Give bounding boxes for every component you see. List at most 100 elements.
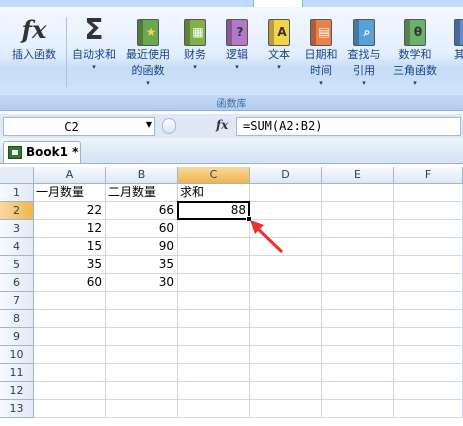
cell-a11[interactable] <box>34 364 106 382</box>
ribbon-button-9[interactable]: θ 数学和 三角函数 ▾ <box>386 11 444 93</box>
cell-b6[interactable]: 30 <box>106 274 178 292</box>
cell-e2[interactable] <box>322 202 394 220</box>
cell-c4[interactable] <box>178 238 250 256</box>
row-header-10[interactable]: 10 <box>0 346 34 364</box>
row-header-2[interactable]: 2 <box>0 202 34 220</box>
chevron-down-icon[interactable]: ▼ <box>146 120 152 129</box>
cell-e13[interactable] <box>322 400 394 418</box>
ribbon-button-6[interactable]: A 文本 ▾ <box>261 11 297 93</box>
cell-b2[interactable]: 66 <box>106 202 178 220</box>
cell-c9[interactable] <box>178 328 250 346</box>
cell-d11[interactable] <box>250 364 322 382</box>
ribbon-button-1[interactable]: fx 插入函数 <box>4 11 64 93</box>
ribbon-button-4[interactable]: ▦ 财务 ▾ <box>176 11 214 93</box>
row-header-8[interactable]: 8 <box>0 310 34 328</box>
cell-a2[interactable]: 22 <box>34 202 106 220</box>
cell-d5[interactable] <box>250 256 322 274</box>
row-header-7[interactable]: 7 <box>0 292 34 310</box>
cell-c2[interactable]: 88 <box>178 202 250 220</box>
cell-a3[interactable]: 12 <box>34 220 106 238</box>
cell-b13[interactable] <box>106 400 178 418</box>
row-header-1[interactable]: 1 <box>0 184 34 202</box>
cell-d10[interactable] <box>250 346 322 364</box>
row-header-5[interactable]: 5 <box>0 256 34 274</box>
workbook-tab[interactable]: Book1 * <box>3 141 81 163</box>
cell-e7[interactable] <box>322 292 394 310</box>
cell-c10[interactable] <box>178 346 250 364</box>
fx-icon[interactable]: fx <box>216 118 228 132</box>
select-all-corner[interactable] <box>0 167 34 184</box>
row-header-3[interactable]: 3 <box>0 220 34 238</box>
cell-e4[interactable] <box>322 238 394 256</box>
cell-c11[interactable] <box>178 364 250 382</box>
cell-f11[interactable] <box>394 364 463 382</box>
cell-b7[interactable] <box>106 292 178 310</box>
cell-e1[interactable] <box>322 184 394 202</box>
column-header-c[interactable]: C <box>178 167 250 184</box>
cell-b8[interactable] <box>106 310 178 328</box>
cell-b3[interactable]: 60 <box>106 220 178 238</box>
cell-b9[interactable] <box>106 328 178 346</box>
row-header-13[interactable]: 13 <box>0 400 34 418</box>
ribbon-button-5[interactable]: ? 逻辑 ▾ <box>219 11 255 93</box>
cell-a13[interactable] <box>34 400 106 418</box>
cell-e5[interactable] <box>322 256 394 274</box>
cell-b11[interactable] <box>106 364 178 382</box>
ribbon-button-7[interactable]: ▤ 日期和 时间 ▾ <box>300 11 342 93</box>
column-header-a[interactable]: A <box>34 167 106 184</box>
cell-f7[interactable] <box>394 292 463 310</box>
cell-c7[interactable] <box>178 292 250 310</box>
cell-c3[interactable] <box>178 220 250 238</box>
cell-d9[interactable] <box>250 328 322 346</box>
cell-d1[interactable] <box>250 184 322 202</box>
cell-f12[interactable] <box>394 382 463 400</box>
cell-b1[interactable]: 二月数量 <box>106 184 178 202</box>
cell-a8[interactable] <box>34 310 106 328</box>
cell-a12[interactable] <box>34 382 106 400</box>
cell-e11[interactable] <box>322 364 394 382</box>
cell-e8[interactable] <box>322 310 394 328</box>
row-header-11[interactable]: 11 <box>0 364 34 382</box>
tab-formulas[interactable] <box>253 0 303 7</box>
cell-a6[interactable]: 60 <box>34 274 106 292</box>
cell-a4[interactable]: 15 <box>34 238 106 256</box>
cell-c5[interactable] <box>178 256 250 274</box>
cell-f13[interactable] <box>394 400 463 418</box>
row-header-12[interactable]: 12 <box>0 382 34 400</box>
cell-e3[interactable] <box>322 220 394 238</box>
cell-f1[interactable] <box>394 184 463 202</box>
formula-input[interactable]: =SUM(A2:B2) <box>236 117 461 136</box>
ribbon-button-2[interactable]: Σ 自动求和 ▾ <box>68 11 120 93</box>
cell-a7[interactable] <box>34 292 106 310</box>
cell-c13[interactable] <box>178 400 250 418</box>
cell-f2[interactable] <box>394 202 463 220</box>
cell-f6[interactable] <box>394 274 463 292</box>
splitter-handle[interactable] <box>162 118 176 134</box>
cell-f5[interactable] <box>394 256 463 274</box>
column-header-b[interactable]: B <box>106 167 178 184</box>
cell-b4[interactable]: 90 <box>106 238 178 256</box>
column-header-f[interactable]: F <box>394 167 463 184</box>
cell-b10[interactable] <box>106 346 178 364</box>
row-header-4[interactable]: 4 <box>0 238 34 256</box>
cell-e10[interactable] <box>322 346 394 364</box>
cell-e9[interactable] <box>322 328 394 346</box>
row-header-9[interactable]: 9 <box>0 328 34 346</box>
cell-a1[interactable]: 一月数量 <box>34 184 106 202</box>
column-header-d[interactable]: D <box>250 167 322 184</box>
cell-d13[interactable] <box>250 400 322 418</box>
cell-e12[interactable] <box>322 382 394 400</box>
cell-b12[interactable] <box>106 382 178 400</box>
cell-d7[interactable] <box>250 292 322 310</box>
cell-c6[interactable] <box>178 274 250 292</box>
row-header-6[interactable]: 6 <box>0 274 34 292</box>
ribbon-button-10[interactable]: … 其他 ▾ <box>445 11 463 93</box>
cell-a10[interactable] <box>34 346 106 364</box>
ribbon-button-8[interactable]: ⌕ 查找与 引用 ▾ <box>343 11 385 93</box>
cell-c8[interactable] <box>178 310 250 328</box>
cell-f3[interactable] <box>394 220 463 238</box>
cell-b5[interactable]: 35 <box>106 256 178 274</box>
cell-f10[interactable] <box>394 346 463 364</box>
cell-d8[interactable] <box>250 310 322 328</box>
cell-c12[interactable] <box>178 382 250 400</box>
